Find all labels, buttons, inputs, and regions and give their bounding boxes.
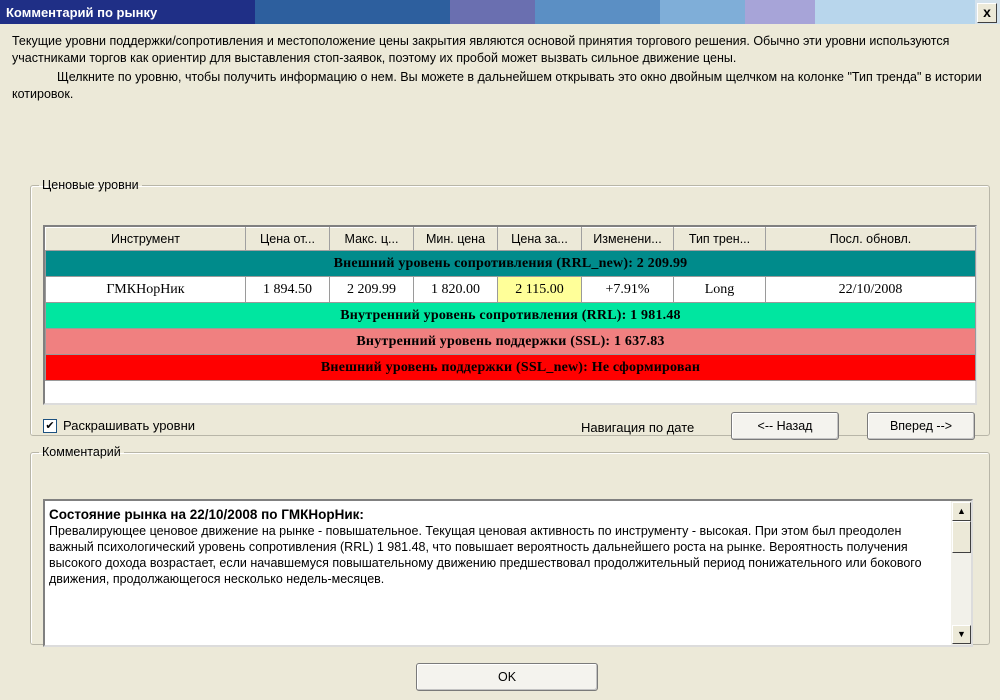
col-header-instrument[interactable]: Инструмент (45, 227, 246, 251)
colorize-levels-label: Раскрашивать уровни (63, 418, 196, 433)
external-support-level[interactable]: Внешний уровень поддержки (SSL_new): Не … (45, 354, 976, 381)
close-icon[interactable]: x (977, 3, 997, 23)
comment-group: Комментарий Состояние рынка на 22/10/200… (30, 445, 990, 647)
intro-paragraph-2: Щелкните по уровню, чтобы получить инфор… (12, 70, 982, 101)
comment-legend: Комментарий (42, 445, 121, 459)
comment-textbox[interactable]: Состояние рынка на 22/10/2008 по ГМКНорН… (43, 499, 973, 647)
forward-button[interactable]: Вперед --> (867, 412, 975, 440)
scroll-down-arrow-icon[interactable]: ▼ (952, 625, 971, 644)
col-header-trend[interactable]: Тип трен... (673, 227, 766, 251)
date-navigation-label: Навигация по дате (581, 420, 695, 435)
level-row-external-support[interactable]: Внешний уровень поддержки (SSL_new): Не … (45, 354, 976, 381)
grid-header-row: Инструмент Цена от... Макс. ц... Мин. це… (45, 227, 976, 251)
external-resistance-level[interactable]: Внешний уровень сопротивления (RRL_new):… (45, 250, 976, 277)
comment-body: Превалирующее ценовое движение на рынке … (49, 524, 922, 586)
levels-grid[interactable]: Инструмент Цена от... Макс. ц... Мин. це… (43, 225, 977, 405)
cell-high[interactable]: 2 209.99 (329, 276, 414, 303)
col-header-updated[interactable]: Посл. обновл. (765, 227, 976, 251)
col-header-close[interactable]: Цена за... (497, 227, 582, 251)
cell-close[interactable]: 2 115.00 (497, 276, 582, 303)
scroll-thumb[interactable] (952, 521, 971, 553)
level-row-internal-resistance[interactable]: Внутренний уровень сопротивления (RRL): … (45, 302, 976, 329)
ok-button[interactable]: OK (416, 663, 598, 691)
title-bar: Комментарий по рынку x (0, 0, 1000, 24)
window-title: Комментарий по рынку (6, 4, 158, 20)
cell-updated[interactable]: 22/10/2008 (765, 276, 976, 303)
comment-scrollbar[interactable]: ▲ ▼ (951, 501, 971, 645)
scroll-up-arrow-icon[interactable]: ▲ (952, 502, 971, 521)
back-button[interactable]: <-- Назад (731, 412, 839, 440)
checkbox-check-icon[interactable]: ✔ (43, 418, 57, 433)
intro-text: Текущие уровни поддержки/сопротивления и… (12, 33, 987, 103)
col-header-low[interactable]: Мин. цена (413, 227, 498, 251)
colorize-levels-checkbox[interactable]: ✔ Раскрашивать уровни (43, 418, 195, 433)
comment-text: Состояние рынка на 22/10/2008 по ГМКНорН… (49, 507, 944, 587)
level-row-external-resistance[interactable]: Внешний уровень сопротивления (RRL_new):… (45, 250, 976, 277)
cell-open[interactable]: 1 894.50 (245, 276, 330, 303)
level-row-internal-support[interactable]: Внутренний уровень поддержки (SSL): 1 63… (45, 328, 976, 355)
intro-paragraph-1: Текущие уровни поддержки/сопротивления и… (12, 34, 950, 65)
cell-change[interactable]: +7.91% (581, 276, 674, 303)
col-header-change[interactable]: Изменени... (581, 227, 674, 251)
price-levels-group: Ценовые уровни Инструмент Цена от... Мак… (30, 178, 990, 440)
comment-heading: Состояние рынка на 22/10/2008 по ГМКНорН… (49, 507, 364, 522)
col-header-open[interactable]: Цена от... (245, 227, 330, 251)
internal-support-level[interactable]: Внутренний уровень поддержки (SSL): 1 63… (45, 328, 976, 355)
col-header-high[interactable]: Макс. ц... (329, 227, 414, 251)
instrument-row[interactable]: ГМКНорНик 1 894.50 2 209.99 1 820.00 2 1… (45, 276, 976, 303)
price-levels-legend: Ценовые уровни (42, 178, 139, 192)
cell-instrument[interactable]: ГМКНорНик (45, 276, 246, 303)
cell-trend[interactable]: Long (673, 276, 766, 303)
internal-resistance-level[interactable]: Внутренний уровень сопротивления (RRL): … (45, 302, 976, 329)
cell-low[interactable]: 1 820.00 (413, 276, 498, 303)
